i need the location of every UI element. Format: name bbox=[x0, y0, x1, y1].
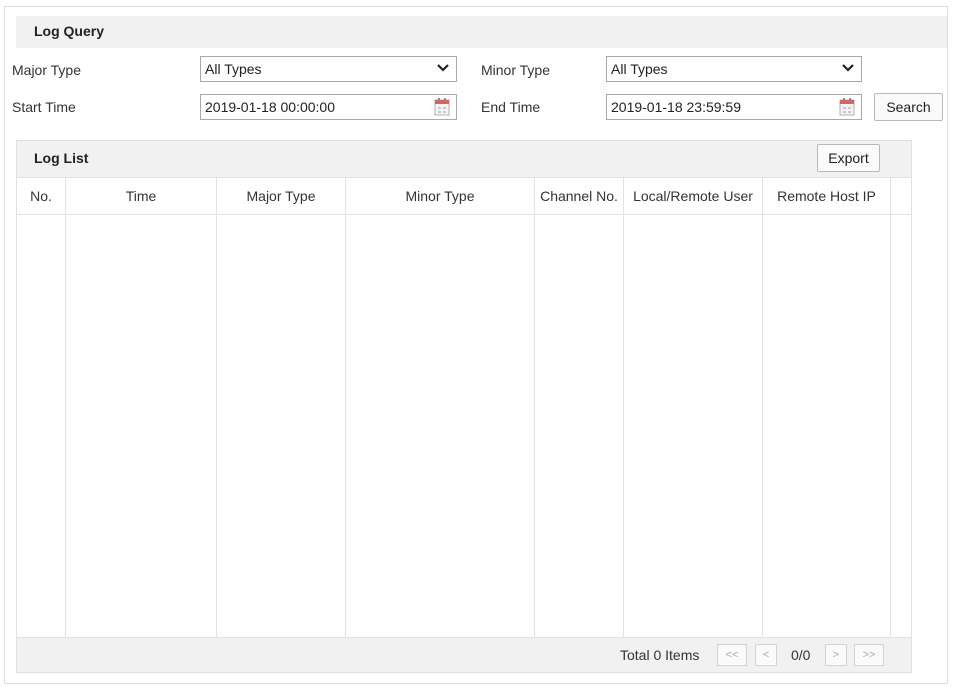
start-time-input[interactable]: 2019-01-18 00:00:00 bbox=[200, 94, 457, 120]
next-page-button[interactable]: > bbox=[825, 644, 847, 666]
end-time-input[interactable]: 2019-01-18 23:59:59 bbox=[606, 94, 862, 120]
calendar-icon[interactable] bbox=[839, 98, 855, 116]
column-header-local-remote-user[interactable]: Local/Remote User bbox=[624, 178, 763, 214]
last-page-button[interactable]: >> bbox=[854, 644, 884, 666]
calendar-icon[interactable] bbox=[434, 98, 450, 116]
start-time-value: 2019-01-18 00:00:00 bbox=[205, 99, 335, 115]
column-header-no[interactable]: No. bbox=[17, 178, 66, 214]
start-time-label: Start Time bbox=[12, 99, 76, 115]
total-items-label: Total 0 Items bbox=[620, 647, 700, 663]
minor-type-label: Minor Type bbox=[481, 62, 550, 78]
first-page-button[interactable]: << bbox=[717, 644, 747, 666]
end-time-value: 2019-01-18 23:59:59 bbox=[611, 99, 741, 115]
column-divider bbox=[534, 215, 535, 637]
major-type-select[interactable]: All Types bbox=[200, 56, 457, 82]
page-indicator: 0/0 bbox=[791, 647, 811, 663]
log-query-header: Log Query bbox=[16, 16, 947, 48]
export-button[interactable]: Export bbox=[817, 144, 880, 172]
log-list-panel: Log List Export No. Time Major Type Mino… bbox=[16, 140, 912, 673]
log-list-header: Log List Export bbox=[17, 141, 911, 177]
column-divider bbox=[623, 215, 624, 637]
column-header-remote-host-ip[interactable]: Remote Host IP bbox=[763, 178, 891, 214]
end-time-label: End Time bbox=[481, 99, 541, 115]
column-header-minor-type[interactable]: Minor Type bbox=[346, 178, 535, 214]
search-button[interactable]: Search bbox=[874, 93, 943, 121]
column-header-major-type[interactable]: Major Type bbox=[217, 178, 346, 214]
log-table-header: No. Time Major Type Minor Type Channel N… bbox=[17, 177, 911, 215]
minor-type-select[interactable]: All Types bbox=[606, 56, 862, 82]
log-query-title: Log Query bbox=[34, 23, 105, 39]
minor-type-value: All Types bbox=[611, 61, 668, 77]
log-list-title: Log List bbox=[34, 150, 89, 166]
column-header-channel-no[interactable]: Channel No. bbox=[535, 178, 624, 214]
column-divider bbox=[890, 215, 891, 637]
column-divider bbox=[216, 215, 217, 637]
column-divider bbox=[762, 215, 763, 637]
column-divider bbox=[65, 215, 66, 637]
prev-page-button[interactable]: < bbox=[755, 644, 777, 666]
major-type-label: Major Type bbox=[12, 62, 81, 78]
chevron-down-icon bbox=[842, 64, 854, 72]
major-type-value: All Types bbox=[205, 61, 262, 77]
column-header-time[interactable]: Time bbox=[66, 178, 217, 214]
chevron-down-icon bbox=[437, 64, 449, 72]
pagination-bar: Total 0 Items << < 0/0 > >> bbox=[17, 637, 911, 672]
column-divider bbox=[345, 215, 346, 637]
